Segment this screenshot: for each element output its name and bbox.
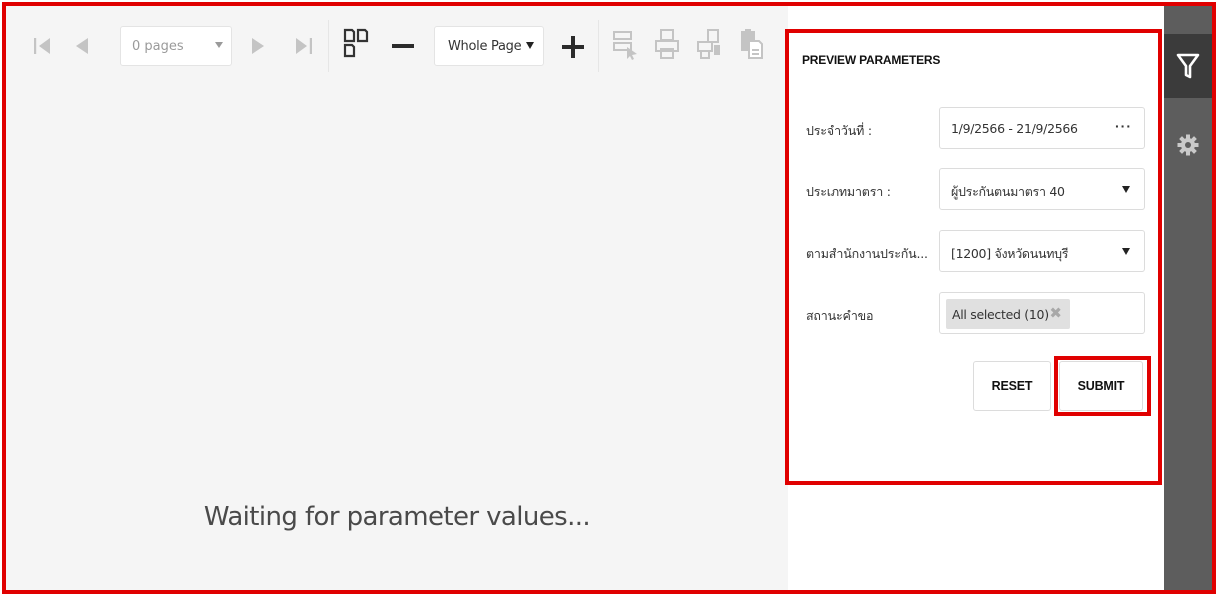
section-type-label: ประเภทมาตรา : bbox=[806, 184, 891, 199]
multipage-icon[interactable] bbox=[340, 26, 372, 60]
date-range-field[interactable]: 1/9/2566 - 21/9/2566 ··· bbox=[939, 107, 1145, 149]
prev-page-icon[interactable] bbox=[70, 34, 94, 58]
settings-tab-icon bbox=[1177, 134, 1199, 156]
panel-tab-strip bbox=[1164, 6, 1212, 590]
zoom-selector[interactable]: Whole Page bbox=[434, 26, 544, 66]
toolbar-divider bbox=[328, 20, 329, 72]
status-tag-box[interactable]: All selected (10) ✖ bbox=[939, 292, 1145, 334]
parameters-tab[interactable] bbox=[1164, 34, 1212, 98]
export-icon[interactable] bbox=[736, 26, 766, 62]
chevron-down-icon bbox=[1122, 186, 1130, 193]
office-dropdown[interactable]: [1200] จังหวัดนนทบุรี bbox=[939, 230, 1145, 272]
more-dots-icon[interactable]: ··· bbox=[1115, 118, 1132, 134]
zoom-in-icon[interactable] bbox=[558, 32, 588, 62]
toolbar-divider bbox=[598, 20, 599, 72]
panel-title: PREVIEW PARAMETERS bbox=[802, 53, 941, 67]
chevron-down-icon bbox=[215, 42, 223, 48]
reset-button[interactable]: RESET bbox=[973, 361, 1051, 411]
page-count-label: 0 pages bbox=[132, 39, 184, 54]
next-page-icon[interactable] bbox=[246, 34, 270, 58]
chevron-down-icon bbox=[1122, 248, 1130, 255]
zoom-label: Whole Page bbox=[448, 39, 522, 54]
date-range-label: ประจำวันที่ : bbox=[806, 123, 872, 138]
waiting-message: Waiting for parameter values... bbox=[203, 502, 591, 532]
status-label: สถานะคำขอ bbox=[806, 308, 874, 323]
zoom-out-icon[interactable] bbox=[388, 36, 418, 56]
section-type-value: ผู้ประกันตนมาตรา 40 bbox=[951, 184, 1065, 199]
page-selector[interactable]: 0 pages bbox=[120, 26, 232, 66]
highlight-fields-icon[interactable] bbox=[610, 28, 640, 62]
chevron-down-icon bbox=[526, 42, 534, 49]
parameters-tab-icon bbox=[1176, 53, 1200, 79]
office-label: ตามสำนักงานประกัน... bbox=[806, 246, 928, 261]
report-viewer: 0 pages Whole Page Waiting for parameter… bbox=[6, 6, 788, 590]
section-type-dropdown[interactable]: ผู้ประกันตนมาตรา 40 bbox=[939, 168, 1145, 210]
settings-tab[interactable] bbox=[1164, 118, 1212, 172]
remove-tag-icon[interactable]: ✖ bbox=[1049, 306, 1062, 322]
date-range-value: 1/9/2566 - 21/9/2566 bbox=[951, 121, 1078, 136]
last-page-icon[interactable] bbox=[292, 34, 316, 58]
selected-tag-label: All selected (10) bbox=[952, 307, 1049, 322]
print-page-icon[interactable] bbox=[694, 26, 724, 62]
submit-button[interactable]: SUBMIT bbox=[1059, 361, 1143, 411]
selected-tag: All selected (10) ✖ bbox=[946, 299, 1070, 329]
office-value: [1200] จังหวัดนนทบุรี bbox=[951, 246, 1069, 261]
viewer-toolbar: 0 pages Whole Page bbox=[6, 6, 788, 80]
first-page-icon[interactable] bbox=[30, 34, 54, 58]
print-icon[interactable] bbox=[652, 26, 682, 62]
